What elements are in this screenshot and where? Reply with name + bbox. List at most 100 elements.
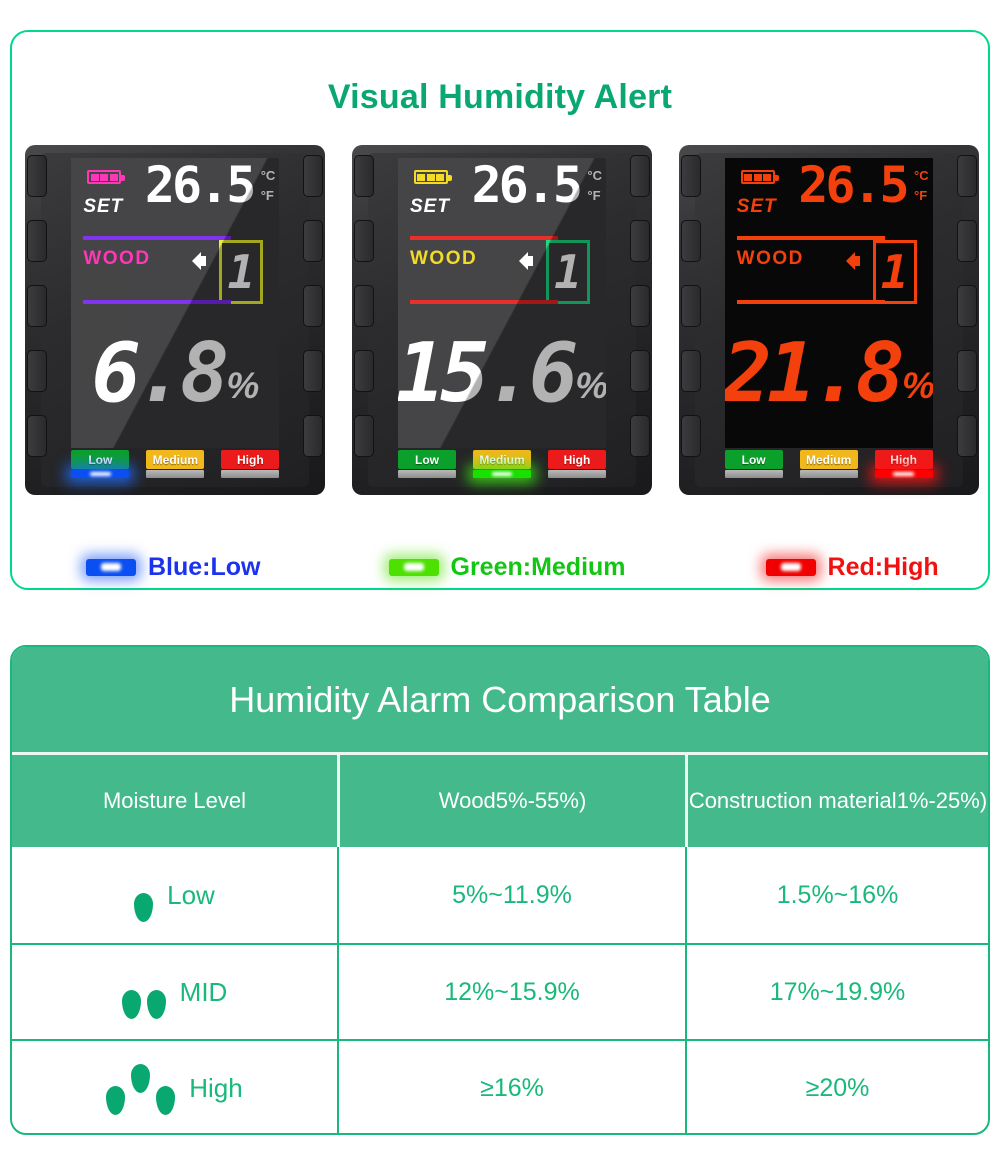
temperature-reading: 26.5 [144, 158, 256, 214]
legend-color-swatch [86, 558, 136, 576]
grip-rail-right [955, 145, 977, 495]
table-header-row: Moisture Level Wood 5%-55%) Construction ma… [12, 755, 988, 847]
grip-notch [680, 285, 701, 327]
moisture-meter-device: SET 26.5 °C °F WOOD 1 6.8 % Low Medium H… [25, 140, 326, 498]
temperature-units: °C °F [587, 166, 602, 206]
material-mode-label: WOOD [409, 248, 478, 269]
grip-rail-left [353, 145, 376, 495]
led-light-bar [874, 470, 933, 478]
grip-notch [956, 285, 977, 327]
lcd-screen: SET 26.5 °C °F WOOD 1 15.6 % [397, 158, 606, 448]
celsius-unit: °C [587, 168, 602, 183]
grip-rail-right [628, 145, 650, 495]
led-indicator-row: Low Medium High [724, 450, 933, 478]
visual-humidity-alert-card: Visual Humidity Alert SET 26.5 °C °F WOO… [10, 30, 990, 590]
moisture-meter-device: SET 26.5 °C °F WOOD 1 21.8 % Low Medium … [678, 140, 979, 498]
alarm-level-box: 1 [872, 240, 917, 304]
divider-line-top [736, 236, 885, 240]
header-line: 1%-25%) [896, 787, 988, 813]
water-drop-icon [121, 990, 141, 1019]
water-drop-icon [156, 1086, 176, 1115]
grip-notch [629, 350, 650, 392]
grip-notch [680, 220, 701, 262]
led-label: Medium [472, 450, 531, 469]
lcd-screen: SET 26.5 °C °F WOOD 1 6.8 % [71, 158, 280, 448]
grip-notch [680, 350, 701, 392]
construction-range-cell: 1.5%~16% [685, 847, 988, 943]
divider-line-top [409, 236, 558, 240]
alarm-level-value: 1 [554, 245, 582, 299]
grip-notch [680, 155, 701, 197]
alarm-level-value: 1 [227, 245, 256, 299]
divider-line-top [83, 236, 232, 240]
led-light-bar [397, 470, 456, 478]
divider-line-bottom [409, 300, 558, 304]
water-drop-icon [146, 990, 166, 1019]
grip-notch [956, 350, 977, 392]
battery-icon [87, 170, 126, 184]
led-indicator-medium: Medium [146, 450, 205, 478]
celsius-unit: °C [260, 168, 276, 183]
set-label: SET [409, 196, 450, 217]
led-indicator-row: Low Medium High [397, 450, 606, 478]
grip-notch [956, 415, 977, 457]
material-mode-label: WOOD [736, 248, 804, 269]
legend-item: Blue:Low [86, 553, 261, 582]
table-row: Low 5%~11.9% 1.5%~16% [12, 847, 988, 943]
legend-color-swatch [388, 558, 439, 576]
grip-notch [303, 285, 324, 327]
humidity-alarm-comparison-table: Humidity Alarm Comparison Table Moisture… [10, 645, 990, 1135]
water-drop-icon [134, 893, 154, 922]
led-indicator-high: High [547, 450, 606, 478]
header-line: Construction material [688, 787, 897, 813]
temperature-reading: 26.5 [471, 158, 583, 214]
drop-group [106, 1061, 176, 1115]
led-indicator-low: Low [71, 450, 130, 478]
led-light-bar [472, 470, 531, 478]
grip-notch [303, 415, 324, 457]
battery-icon [740, 170, 779, 184]
grip-notch [956, 220, 977, 262]
construction-range-cell: 17%~19.9% [685, 945, 988, 1039]
led-label: Low [397, 450, 456, 469]
moisture-level-cell: MID [12, 945, 337, 1039]
led-indicator-medium: Medium [799, 450, 858, 478]
led-label: Low [71, 450, 130, 469]
led-indicator-medium: Medium [472, 450, 531, 478]
grip-notch [27, 415, 48, 457]
table-column-header: Moisture Level [12, 755, 337, 847]
drop-group [121, 965, 166, 1019]
legend-item: Green:Medium [388, 553, 626, 582]
temperature-units: °C °F [261, 166, 276, 206]
alarm-level-box: 1 [219, 240, 264, 304]
set-label: SET [83, 196, 124, 217]
led-indicator-low: Low [397, 450, 456, 478]
header-line: 5%-55%) [495, 787, 587, 813]
grip-notch [680, 415, 701, 457]
led-light-bar [547, 470, 606, 478]
battery-icon [413, 170, 452, 184]
table-title: Humidity Alarm Comparison Table [12, 647, 988, 755]
moisture-meter-device: SET 26.5 °C °F WOOD 1 15.6 % Low Medium … [351, 140, 652, 498]
led-indicator-high: High [874, 450, 933, 478]
moisture-level-cell: High [12, 1041, 337, 1133]
set-label: SET [736, 196, 777, 217]
grip-notch [27, 155, 48, 197]
grip-rail-left [27, 145, 49, 495]
grip-notch [303, 350, 324, 392]
grip-notch [629, 220, 650, 262]
humidity-value: 21.8 [724, 326, 905, 421]
grip-notch [353, 285, 374, 327]
table-column-header: Construction material 1%-25%) [685, 755, 988, 847]
led-light-bar [724, 470, 783, 478]
legend-item: Red:High [765, 553, 939, 582]
header-line: Moisture Level [102, 787, 247, 813]
led-light-bar [799, 470, 858, 478]
table-body: Low 5%~11.9% 1.5%~16% MID 12%~15.9% 17%~… [12, 847, 988, 1133]
grip-notch [353, 350, 374, 392]
lcd-screen: SET 26.5 °C °F WOOD 1 21.8 % [724, 158, 933, 448]
grip-notch [629, 285, 650, 327]
led-light-bar [146, 470, 205, 478]
table-row: High ≥16% ≥20% [12, 1039, 988, 1133]
led-color-legend: Blue:Low Green:Medium Red:High [42, 540, 962, 594]
